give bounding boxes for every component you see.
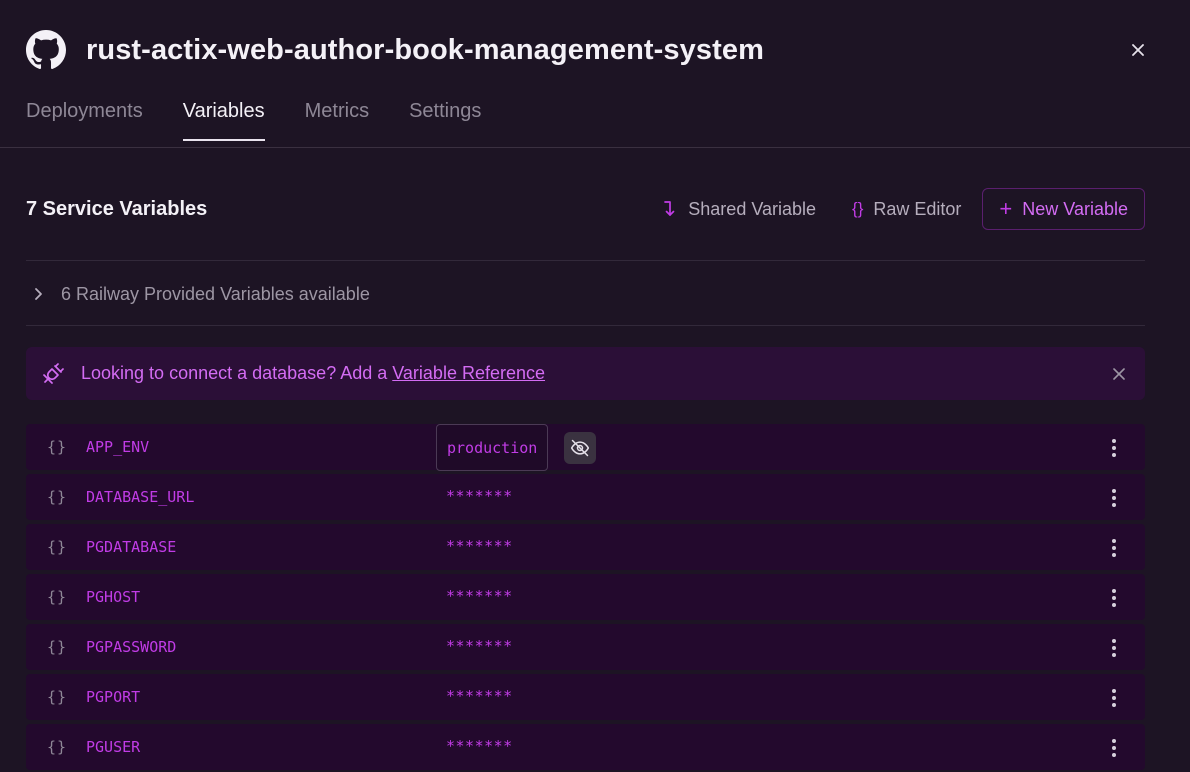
more-vertical-icon[interactable]	[1107, 536, 1121, 560]
service-variables-panel: rust-actix-web-author-book-management-sy…	[0, 0, 1190, 772]
tab-settings[interactable]: Settings	[409, 100, 481, 141]
eye-off-icon[interactable]	[564, 432, 596, 464]
variable-row[interactable]: {} PGHOST *******	[26, 574, 1145, 620]
braces-icon: {}	[47, 588, 68, 606]
variable-value-masked[interactable]: *******	[446, 587, 513, 605]
variable-value-masked[interactable]: *******	[446, 737, 513, 755]
more-vertical-icon[interactable]	[1107, 586, 1121, 610]
service-title: rust-actix-web-author-book-management-sy…	[86, 33, 764, 66]
raw-editor-button[interactable]: {} Raw Editor	[852, 199, 961, 220]
braces-icon: {}	[47, 688, 68, 706]
variable-value-masked[interactable]: *******	[446, 537, 513, 555]
braces-icon: {}	[852, 199, 864, 218]
chevron-right-icon	[26, 287, 50, 301]
variable-row[interactable]: {} PGPASSWORD *******	[26, 624, 1145, 670]
braces-icon: {}	[47, 438, 68, 456]
tab-deployments[interactable]: Deployments	[26, 100, 143, 141]
more-vertical-icon[interactable]	[1107, 736, 1121, 760]
tab-bar: Deployments Variables Metrics Settings	[26, 100, 481, 141]
variable-reference-banner: Looking to connect a database? Add a Var…	[26, 347, 1145, 400]
variable-value-masked[interactable]: *******	[446, 487, 513, 505]
banner-message: Looking to connect a database? Add a Var…	[81, 363, 545, 384]
variable-name[interactable]: PGUSER	[86, 738, 140, 756]
railway-provided-toggle[interactable]: 6 Railway Provided Variables available	[26, 281, 370, 307]
variable-name[interactable]: DATABASE_URL	[86, 488, 194, 506]
tab-variables[interactable]: Variables	[182, 100, 265, 141]
variables-toolbar: 7 Service Variables Shared Variable {} R…	[26, 188, 1145, 230]
variable-value-masked[interactable]: *******	[446, 637, 513, 655]
close-icon[interactable]	[1126, 38, 1150, 62]
more-vertical-icon[interactable]	[1107, 686, 1121, 710]
railway-provided-label: 6 Railway Provided Variables available	[61, 283, 370, 304]
variable-name[interactable]: PGHOST	[86, 588, 140, 606]
tab-metrics[interactable]: Metrics	[305, 100, 369, 141]
panel-header: rust-actix-web-author-book-management-sy…	[26, 28, 1150, 72]
more-vertical-icon[interactable]	[1107, 436, 1121, 460]
variables-list: {} APP_ENV production {} DATABASE_URL **…	[26, 424, 1145, 772]
plus-icon: +	[999, 196, 1013, 221]
shared-variable-button[interactable]: Shared Variable	[662, 199, 816, 220]
variable-row[interactable]: {} APP_ENV production	[26, 424, 1145, 471]
close-icon[interactable]	[1109, 364, 1129, 384]
corner-down-right-icon	[662, 200, 678, 218]
plug-icon	[40, 361, 66, 387]
section-divider	[26, 325, 1145, 326]
variable-value[interactable]: production	[436, 424, 549, 471]
more-vertical-icon[interactable]	[1107, 636, 1121, 660]
variable-row[interactable]: {} DATABASE_URL *******	[26, 474, 1145, 520]
variable-row[interactable]: {} PGPORT *******	[26, 674, 1145, 720]
github-icon	[26, 30, 66, 70]
braces-icon: {}	[47, 488, 68, 506]
new-variable-label: New Variable	[1022, 198, 1128, 219]
tabs-divider	[0, 147, 1190, 148]
braces-icon: {}	[47, 538, 68, 556]
toolbar-actions: Shared Variable {} Raw Editor + New Vari…	[662, 188, 1145, 230]
variables-count-heading: 7 Service Variables	[26, 197, 208, 220]
raw-editor-label: Raw Editor	[873, 198, 962, 219]
variable-reference-link[interactable]: Variable Reference	[392, 363, 545, 383]
banner-text: Looking to connect a database? Add a	[81, 363, 393, 383]
variable-name[interactable]: PGPASSWORD	[86, 638, 176, 656]
variable-value-masked[interactable]: *******	[446, 687, 513, 705]
braces-icon: {}	[47, 738, 68, 756]
variable-name[interactable]: PGDATABASE	[86, 538, 176, 556]
braces-icon: {}	[47, 638, 68, 656]
more-vertical-icon[interactable]	[1107, 486, 1121, 510]
variable-name[interactable]: APP_ENV	[86, 438, 149, 456]
new-variable-button[interactable]: + New Variable	[982, 188, 1145, 230]
section-divider	[26, 260, 1145, 261]
variable-name[interactable]: PGPORT	[86, 688, 140, 706]
shared-variable-label: Shared Variable	[688, 198, 817, 219]
variable-row[interactable]: {} PGUSER *******	[26, 724, 1145, 770]
variable-row[interactable]: {} PGDATABASE *******	[26, 524, 1145, 570]
